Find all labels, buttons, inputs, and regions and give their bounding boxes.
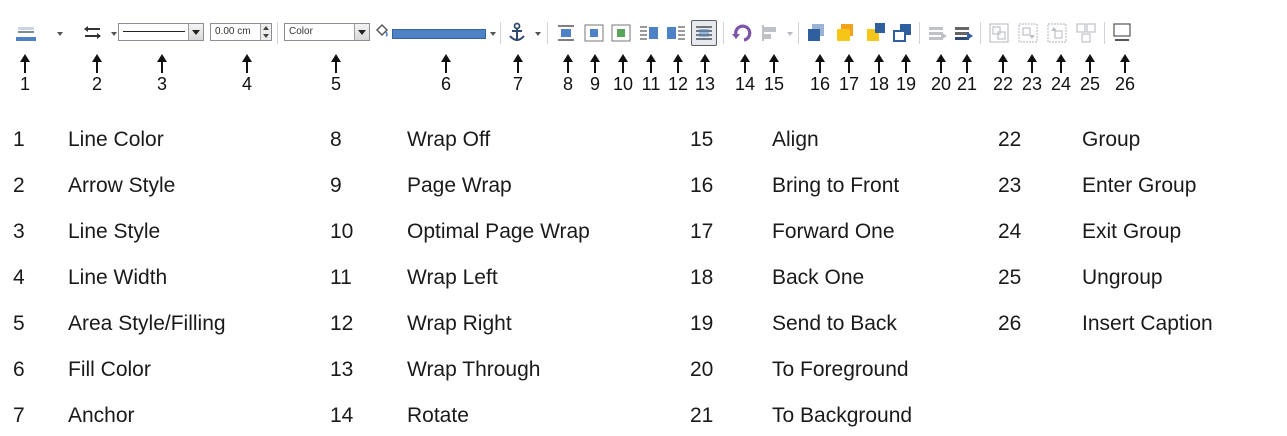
send-to-back-icon xyxy=(893,24,911,42)
anchor-icon xyxy=(509,22,525,41)
rotate-icon xyxy=(732,24,752,42)
line-style-preview xyxy=(123,31,185,32)
bring-to-front-icon xyxy=(808,24,824,41)
callout-13: 13 xyxy=(691,54,719,98)
fill-color-swatch xyxy=(392,29,486,39)
to-foreground-icon xyxy=(929,27,947,40)
wrap-through-button[interactable] xyxy=(691,20,717,46)
callout-18: 18 xyxy=(865,54,893,98)
callout-5: 5 xyxy=(322,54,350,98)
to-foreground-button[interactable] xyxy=(924,20,950,46)
callout-26: 26 xyxy=(1111,54,1139,98)
toolbar-separator xyxy=(1104,22,1105,44)
wrap-left-button[interactable] xyxy=(636,20,662,46)
arrow-style-icon xyxy=(84,26,101,39)
callout-22: 22 xyxy=(989,54,1017,98)
send-to-back-button[interactable] xyxy=(889,20,915,46)
group-button[interactable] xyxy=(986,20,1012,46)
wrap-off-icon xyxy=(558,25,574,41)
frame-toolbar: 0.00 cm Color xyxy=(10,17,1280,51)
wrap-through-icon xyxy=(696,26,712,40)
callout-4: 4 xyxy=(233,54,261,98)
line-color-icon xyxy=(16,27,36,41)
line-width-field[interactable]: 0.00 cm xyxy=(210,23,272,41)
group-icon xyxy=(989,23,1009,43)
to-background-button[interactable] xyxy=(950,20,976,46)
insert-caption-icon xyxy=(1113,23,1131,41)
arrow-style-button[interactable] xyxy=(80,20,106,46)
line-color-dropdown[interactable] xyxy=(57,32,63,36)
area-style-dropdown-button[interactable] xyxy=(354,24,369,40)
callout-25: 25 xyxy=(1076,54,1104,98)
line-style-dropdown-button[interactable] xyxy=(188,24,203,40)
callout-16: 16 xyxy=(806,54,834,98)
insert-caption-button[interactable] xyxy=(1109,20,1135,46)
callout-1: 1 xyxy=(11,54,39,98)
callout-11: 11 xyxy=(637,54,665,98)
back-one-button[interactable] xyxy=(862,20,888,46)
callout-2: 2 xyxy=(83,54,111,98)
callout-24: 24 xyxy=(1047,54,1075,98)
fill-color-button[interactable] xyxy=(374,23,486,43)
wrap-off-button[interactable] xyxy=(553,20,579,46)
area-style-combo[interactable]: Color xyxy=(284,23,370,41)
callout-21: 21 xyxy=(953,54,981,98)
align-button[interactable] xyxy=(758,20,784,46)
line-color-button[interactable] xyxy=(13,20,39,46)
forward-one-button[interactable] xyxy=(832,20,858,46)
callout-20: 20 xyxy=(927,54,955,98)
back-one-icon xyxy=(867,23,885,41)
callout-8: 8 xyxy=(554,54,582,98)
toolbar-separator xyxy=(500,22,501,44)
exit-group-icon xyxy=(1047,23,1067,43)
anchor-dropdown[interactable] xyxy=(535,32,541,36)
callout-10: 10 xyxy=(609,54,637,98)
toolbar-separator xyxy=(919,22,920,44)
callout-6: 6 xyxy=(432,54,460,98)
enter-group-icon xyxy=(1018,23,1038,43)
wrap-left-icon xyxy=(640,26,658,40)
align-dropdown[interactable] xyxy=(787,32,793,36)
optimal-page-wrap-icon xyxy=(611,24,631,42)
callout-19: 19 xyxy=(892,54,920,98)
arrow-style-dropdown[interactable] xyxy=(111,32,117,36)
page-wrap-icon xyxy=(584,24,604,42)
toolbar-separator xyxy=(980,22,981,44)
callout-7: 7 xyxy=(504,54,532,98)
wrap-right-icon xyxy=(667,26,685,40)
area-style-value: Color xyxy=(289,26,313,37)
callout-3: 3 xyxy=(148,54,176,98)
wrap-right-button[interactable] xyxy=(663,20,689,46)
fill-color-dropdown[interactable] xyxy=(490,32,496,36)
line-width-spinner[interactable] xyxy=(260,24,271,40)
ungroup-icon xyxy=(1076,23,1096,43)
page-wrap-button[interactable] xyxy=(581,20,607,46)
callout-9: 9 xyxy=(581,54,609,98)
callout-14: 14 xyxy=(731,54,759,98)
enter-group-button[interactable] xyxy=(1015,20,1041,46)
callout-17: 17 xyxy=(835,54,863,98)
line-style-combo[interactable] xyxy=(118,23,204,41)
toolbar-separator xyxy=(547,22,548,44)
forward-one-icon xyxy=(837,24,853,41)
rotate-button[interactable] xyxy=(729,20,755,46)
exit-group-button[interactable] xyxy=(1044,20,1070,46)
paint-bucket-icon xyxy=(376,24,388,37)
anchor-button[interactable] xyxy=(504,20,530,46)
ungroup-button[interactable] xyxy=(1073,20,1099,46)
toolbar-separator xyxy=(723,22,724,44)
toolbar-separator xyxy=(798,22,799,44)
optimal-page-wrap-button[interactable] xyxy=(608,20,634,46)
callout-12: 12 xyxy=(664,54,692,98)
line-width-value: 0.00 cm xyxy=(215,26,251,37)
callout-23: 23 xyxy=(1018,54,1046,98)
callout-15: 15 xyxy=(760,54,788,98)
align-icon xyxy=(762,25,776,41)
toolbar-separator xyxy=(277,22,278,44)
bring-to-front-button[interactable] xyxy=(803,20,829,46)
to-background-icon xyxy=(955,27,973,40)
